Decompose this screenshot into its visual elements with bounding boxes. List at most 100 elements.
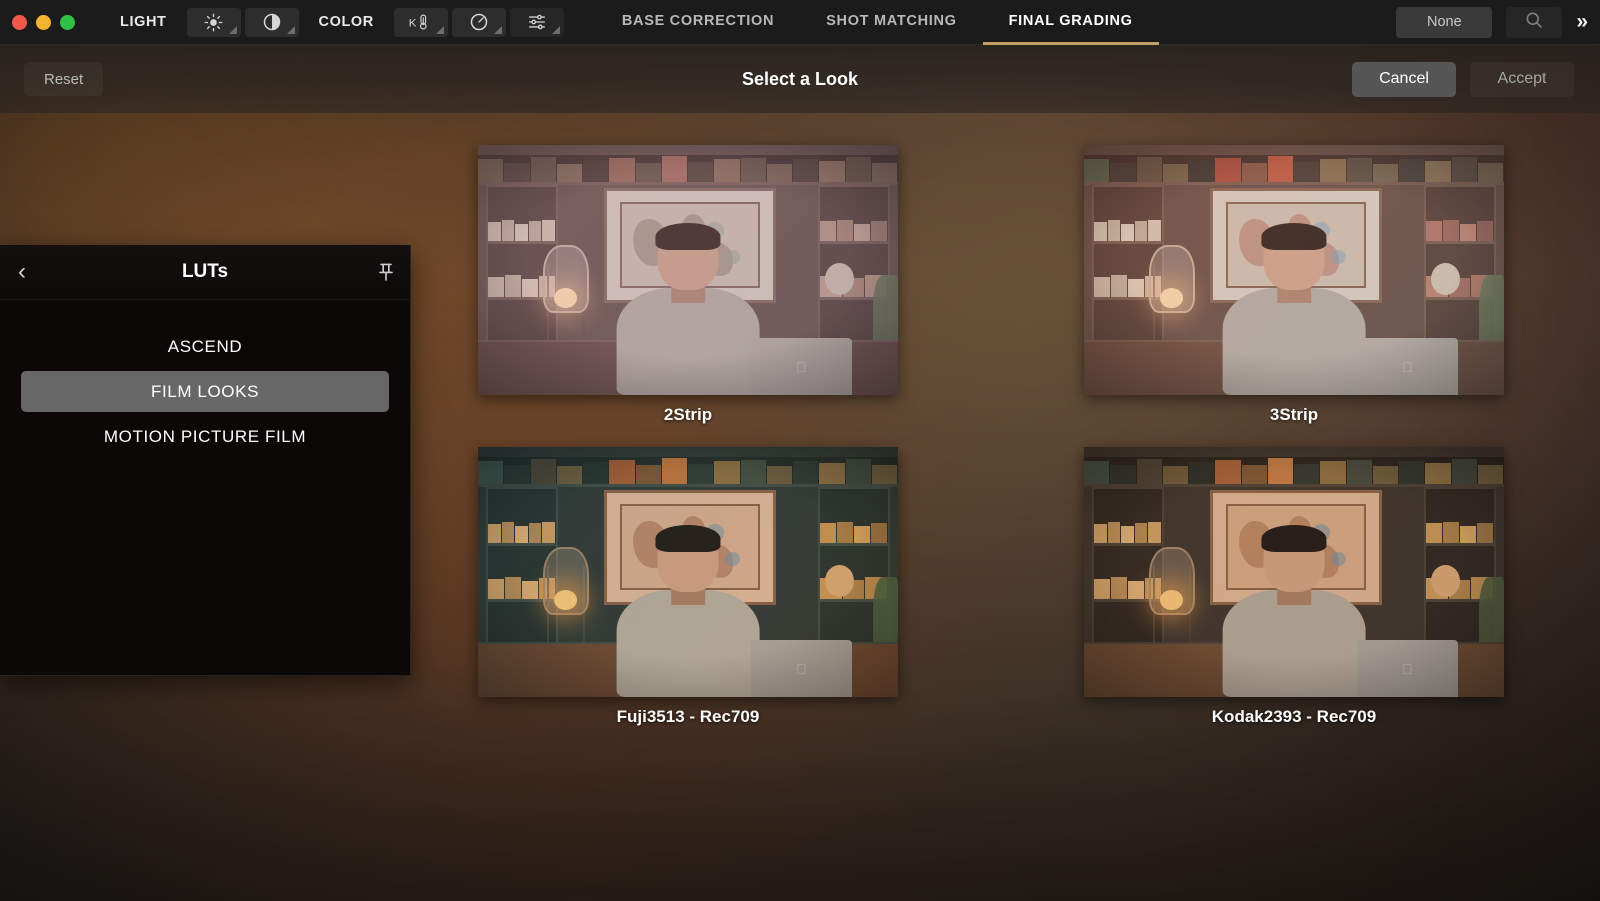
apple-logo-icon:  [796,661,807,677]
lut-item-label: MOTION PICTURE FILM [104,427,306,447]
contrast-icon [262,12,282,32]
looks-grid:  2Strip [478,145,1504,727]
look-thumbnail[interactable]:  [478,447,898,697]
lut-item-motion-picture-film[interactable]: MOTION PICTURE FILM [21,416,389,457]
brightness-icon [204,13,223,32]
tab-label: BASE CORRECTION [622,13,774,29]
scene-person-body [617,288,760,396]
preset-selector[interactable]: None [1396,7,1492,38]
tab-final-grading[interactable]: FINAL GRADING [983,0,1159,45]
overflow-chevrons-icon[interactable]: » [1576,10,1590,34]
look-card[interactable]:  Fuji3513 - Rec709 [478,447,898,727]
scene-lamp-glow [554,590,577,610]
tab-label: FINAL GRADING [1009,13,1133,29]
look-card[interactable]:  3Strip [1084,145,1504,425]
zoom-button[interactable] [60,15,75,30]
scene-globe [1431,263,1460,296]
action-buttons: Cancel Accept [1352,62,1600,97]
scene-person-body [1223,288,1366,396]
saturation-icon [469,12,489,32]
scene-globe [825,565,854,598]
apple-logo-icon:  [796,359,807,375]
look-thumbnail[interactable]:  [1084,145,1504,395]
close-button[interactable] [12,15,27,30]
search-icon [1524,10,1544,35]
scene-person-body [617,590,760,698]
tab-base-correction[interactable]: BASE CORRECTION [596,0,800,45]
luts-panel: ‹ LUTs ASCEND FILM LOOKS MOTION PICTUR [0,245,411,676]
chevron-left-icon[interactable]: ‹ [0,260,44,284]
scene-laptop:  [751,338,852,396]
books-row [478,457,898,484]
look-card[interactable]:  2Strip [478,145,898,425]
scene-lamp-glow [1160,590,1183,610]
cancel-label: Cancel [1379,70,1429,88]
scene-laptop:  [1357,640,1458,698]
toolbar-right-group: None » [1396,7,1600,38]
scene-person-body [1223,590,1366,698]
apple-logo-icon:  [1402,661,1413,677]
contrast-button[interactable] [245,8,299,37]
look-label: Kodak2393 - Rec709 [1084,707,1504,727]
adjustments-button[interactable] [510,8,564,37]
lut-item-label: ASCEND [168,337,242,357]
svg-text:K: K [409,18,417,30]
scene-globe [1431,565,1460,598]
look-card[interactable]:  Kodak2393 - Rec709 [1084,447,1504,727]
scene-top-shelf [478,155,898,185]
thumbnail-scene:  [1084,447,1504,697]
look-thumbnail[interactable]:  [478,145,898,395]
scene:  [1084,145,1504,395]
preset-value: None [1427,14,1462,30]
pin-icon[interactable] [362,262,410,282]
scene-person-hair [1261,223,1326,251]
light-group-label: LIGHT [120,14,167,30]
color-group-label: COLOR [319,14,374,30]
search-button[interactable] [1506,7,1562,38]
scene-laptop:  [1357,338,1458,396]
scene-globe [825,263,854,296]
sliders-icon [527,13,547,31]
books-row [1084,457,1504,484]
scene-top-shelf [1084,155,1504,185]
top-toolbar: LIGHT COLOR [0,0,1600,45]
luts-list: ASCEND FILM LOOKS MOTION PICTURE FILM [0,300,410,457]
look-label: 2Strip [478,405,898,425]
lut-item-ascend[interactable]: ASCEND [21,326,389,367]
books-row [478,155,898,182]
scene:  [478,145,898,395]
thumbnail-scene:  [478,145,898,395]
temperature-icon: K [408,12,434,32]
thumbnail-scene:  [478,447,898,697]
window-controls [0,15,120,30]
luts-panel-title: LUTs [0,261,410,283]
saturation-button[interactable] [452,8,506,37]
reset-label: Reset [44,71,83,88]
lut-item-film-looks[interactable]: FILM LOOKS [21,371,389,412]
scene-lamp-glow [1160,288,1183,308]
scene-top-shelf [1084,457,1504,487]
scene-top-shelf [478,457,898,487]
brightness-button[interactable] [187,8,241,37]
minimize-button[interactable] [36,15,51,30]
look-thumbnail[interactable]:  [1084,447,1504,697]
app-window: LIGHT COLOR [0,0,1600,901]
apple-logo-icon:  [1402,359,1413,375]
scene-laptop:  [751,640,852,698]
temperature-button[interactable]: K [394,8,448,37]
scene:  [478,447,898,697]
action-bar: Reset Select a Look Cancel Accept [0,45,1600,113]
workflow-tabs: BASE CORRECTION SHOT MATCHING FINAL GRAD… [596,0,1159,45]
scene-person-hair [655,223,720,251]
look-label: 3Strip [1084,405,1504,425]
tab-label: SHOT MATCHING [826,13,956,29]
accept-button[interactable]: Accept [1470,62,1574,97]
tab-shot-matching[interactable]: SHOT MATCHING [800,0,982,45]
cancel-button[interactable]: Cancel [1352,62,1456,97]
thumbnail-scene:  [1084,145,1504,395]
luts-panel-header: ‹ LUTs [0,245,410,300]
accept-label: Accept [1498,70,1547,88]
look-label: Fuji3513 - Rec709 [478,707,898,727]
reset-button[interactable]: Reset [24,62,103,96]
lut-item-label: FILM LOOKS [151,382,259,402]
